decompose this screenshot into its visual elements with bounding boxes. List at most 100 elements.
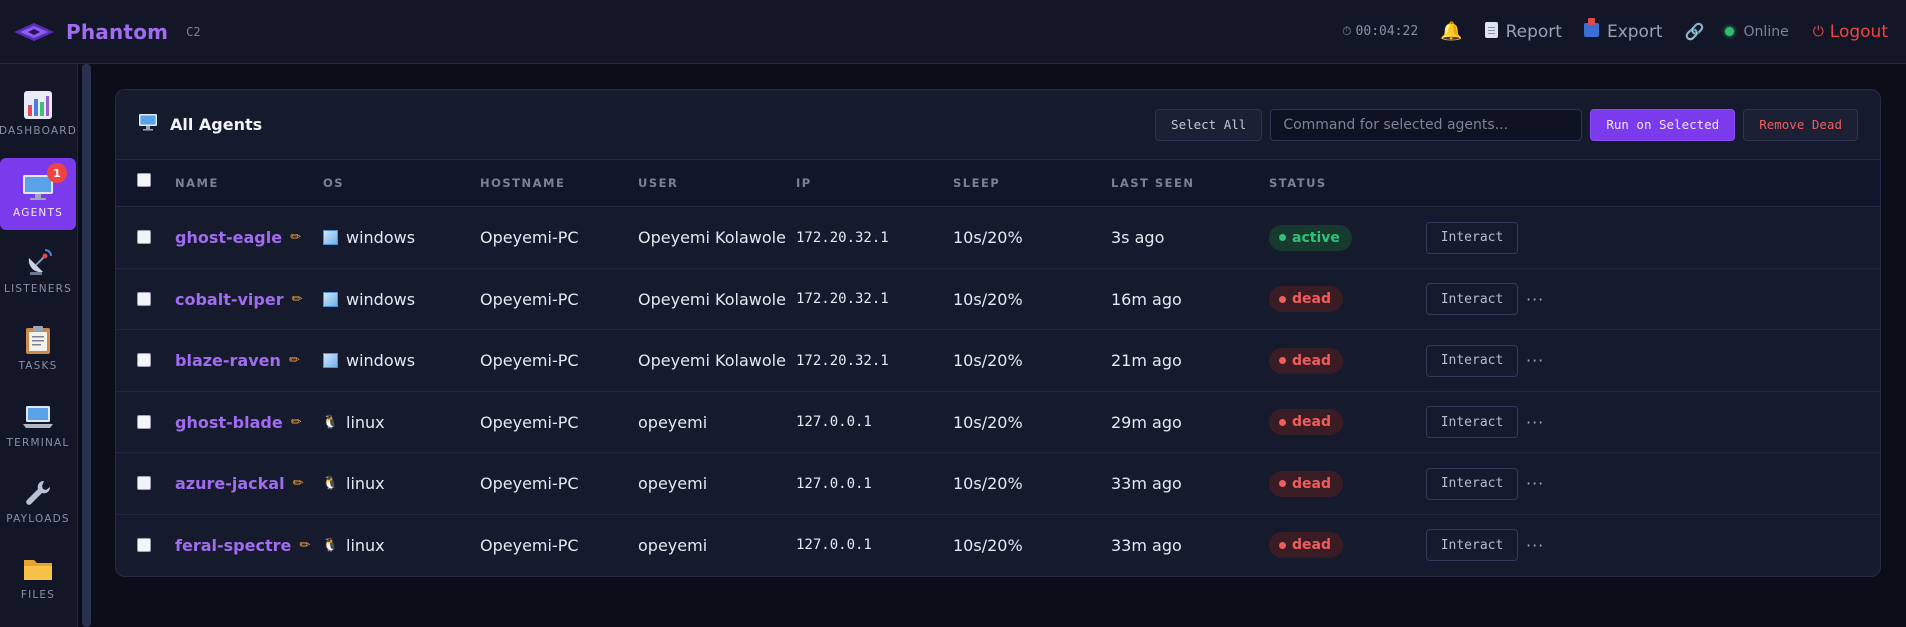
pencil-icon[interactable]: ✏: [293, 476, 304, 491]
folder-icon: [22, 552, 54, 586]
more-options-icon[interactable]: ···: [1526, 290, 1544, 309]
status-text: dead: [1292, 352, 1331, 369]
logout-button[interactable]: ⏻ Logout: [1813, 22, 1888, 42]
last-seen-cell: 16m ago: [1111, 289, 1182, 309]
clipboard-icon: [25, 323, 51, 357]
row-checkbox[interactable]: [137, 537, 151, 552]
bell-icon[interactable]: 🔔: [1440, 21, 1462, 42]
last-seen-cell: 33m ago: [1111, 474, 1182, 494]
user-cell: Opeyemi Kolawole: [638, 289, 786, 309]
nav-dashboard-label: DASHBOARD: [0, 124, 78, 137]
last-seen-cell: 33m ago: [1111, 535, 1182, 555]
agent-name-cell: azure-jackal ✏: [175, 453, 303, 514]
status-dot-icon: [1279, 357, 1286, 365]
link-icon[interactable]: 🔗: [1685, 22, 1705, 41]
last-seen-cell: 29m ago: [1111, 412, 1182, 432]
interact-button[interactable]: Interact: [1426, 221, 1518, 254]
sidebar-scrollbar[interactable]: [82, 64, 91, 627]
table-row[interactable]: feral-spectre ✏ 🐧 linux Opeyemi-PC opeyemi 127…: [116, 515, 1880, 576]
export-button[interactable]: Export: [1583, 18, 1663, 42]
export-label: Export: [1606, 21, 1663, 42]
command-input[interactable]: [1270, 108, 1583, 141]
agent-name[interactable]: azure-jackal: [175, 474, 285, 493]
report-button[interactable]: Report: [1484, 21, 1562, 42]
pencil-icon[interactable]: ✏: [289, 353, 300, 368]
run-on-selected-button[interactable]: Run on Selected: [1590, 108, 1736, 141]
nav-payloads[interactable]: PAYLOADS: [0, 464, 76, 536]
agent-name[interactable]: ghost-blade: [175, 413, 283, 432]
os-cell: windows: [323, 207, 415, 268]
nav-dashboard[interactable]: DASHBOARD: [0, 76, 76, 148]
user-cell: opeyemi: [638, 412, 708, 432]
nav-files-label: FILES: [20, 588, 56, 601]
sleep-cell: 10s/20%: [953, 535, 1023, 555]
nav-listeners[interactable]: LISTENERS: [0, 234, 76, 306]
session-timer: ⏱ 00:04:22: [1342, 24, 1418, 39]
row-checkbox[interactable]: [137, 230, 151, 244]
nav-payloads-label: PAYLOADS: [6, 512, 70, 525]
nav-tasks-label: TASKS: [18, 359, 58, 372]
agent-name[interactable]: blaze-raven: [175, 351, 281, 370]
table-row[interactable]: azure-jackal ✏ 🐧 linux Opeyemi-PC opeyemi 127.…: [116, 453, 1880, 515]
laptop-icon: [22, 400, 54, 434]
interact-button[interactable]: Interact: [1426, 467, 1518, 500]
brand-name: Phantom: [66, 19, 169, 44]
table-row[interactable]: blaze-raven ✏ windows Opeyemi-PC Opeyemi Kol…: [116, 330, 1880, 392]
agent-name-cell: ghost-blade ✏: [175, 392, 302, 453]
os-value: linux: [346, 412, 385, 432]
panel-actions: Select All Run on Selected Remove Dead: [1155, 108, 1858, 141]
table-row[interactable]: ghost-eagle ✏ windows Opeyemi-PC Opeyemi Kol…: [116, 207, 1880, 269]
nav-agents[interactable]: AGENTS 1: [0, 158, 76, 230]
computer-icon: [138, 113, 158, 136]
interact-button[interactable]: Interact: [1426, 283, 1518, 316]
interact-button[interactable]: Interact: [1426, 529, 1518, 562]
select-all-checkbox[interactable]: [137, 173, 151, 187]
document-icon: [1484, 21, 1498, 42]
pencil-icon[interactable]: ✏: [290, 230, 301, 245]
agent-name[interactable]: ghost-eagle: [175, 228, 282, 247]
row-checkbox[interactable]: [137, 476, 151, 491]
actions-cell: Interact: [1426, 207, 1518, 268]
remove-dead-button[interactable]: Remove Dead: [1743, 108, 1858, 141]
row-checkbox[interactable]: [137, 353, 151, 368]
more-options-icon[interactable]: ···: [1526, 536, 1544, 555]
interact-button[interactable]: Interact: [1426, 344, 1518, 377]
status-dot-icon: [1279, 234, 1286, 241]
interact-button[interactable]: Interact: [1426, 406, 1518, 439]
panel-header: All Agents Select All Run on Selected Re…: [116, 90, 1880, 160]
table-row[interactable]: ghost-blade ✏ 🐧 linux Opeyemi-PC opeyemi 127.0…: [116, 392, 1880, 454]
hostname-cell: Opeyemi-PC: [480, 412, 579, 432]
nav-files[interactable]: FILES: [0, 540, 76, 612]
row-checkbox[interactable]: [137, 291, 151, 306]
nav-agents-label: AGENTS: [13, 206, 63, 219]
status-badge: dead: [1269, 409, 1343, 436]
hostname-cell: Opeyemi-PC: [480, 351, 579, 371]
header-ip: IP: [796, 176, 812, 190]
sleep-cell: 10s/20%: [953, 228, 1023, 247]
agent-name[interactable]: feral-spectre: [175, 536, 291, 555]
agent-name[interactable]: cobalt-viper: [175, 290, 284, 309]
connection-status: Online: [1724, 24, 1789, 40]
pencil-icon[interactable]: ✏: [291, 415, 302, 430]
nav-tasks[interactable]: TASKS: [0, 311, 76, 383]
ip-cell: 127.0.0.1: [796, 414, 872, 431]
table-row[interactable]: cobalt-viper ✏ windows Opeyemi-PC Opeyemi Ko…: [116, 269, 1880, 331]
header-hostname: HOSTNAME: [480, 176, 566, 190]
nav-terminal[interactable]: TERMINAL: [0, 388, 76, 460]
pencil-icon[interactable]: ✏: [299, 538, 310, 553]
status-cell: dead: [1269, 269, 1343, 330]
agents-count-badge: 1: [47, 163, 67, 183]
agent-name-cell: feral-spectre ✏: [175, 515, 310, 576]
status-text: dead: [1292, 291, 1331, 308]
row-checkbox[interactable]: [137, 414, 151, 429]
select-all-button[interactable]: Select All: [1155, 108, 1263, 141]
more-options-icon[interactable]: ···: [1526, 351, 1544, 370]
linux-penguin-icon: 🐧: [322, 476, 339, 492]
more-options-icon[interactable]: ···: [1526, 413, 1544, 432]
more-options-icon[interactable]: ···: [1526, 474, 1544, 493]
brand[interactable]: Phantom C2: [12, 20, 201, 44]
sleep-cell: 10s/20%: [953, 289, 1023, 309]
actions-cell: Interact ···: [1426, 515, 1544, 576]
pencil-icon[interactable]: ✏: [292, 292, 303, 307]
panel-title: All Agents: [138, 113, 262, 136]
